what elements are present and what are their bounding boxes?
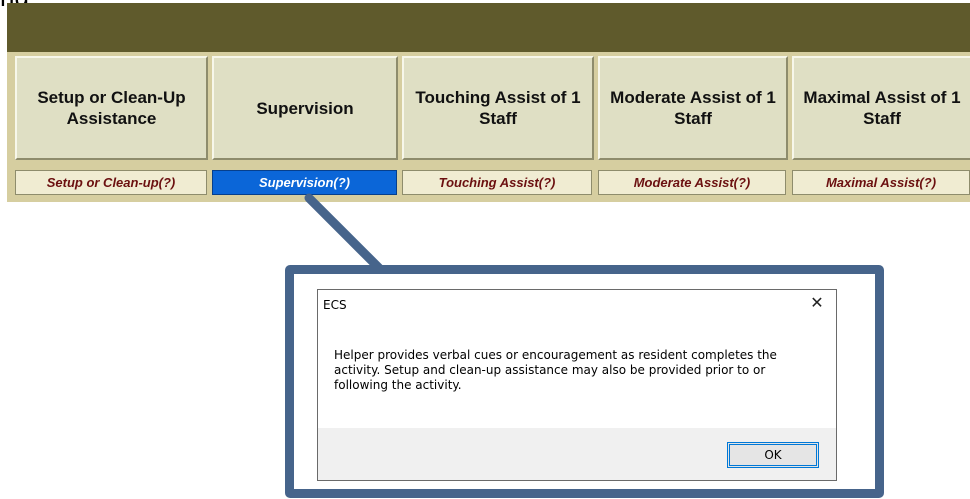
option-maximal-assist-button[interactable]: Maximal Assist of 1 Staff (792, 56, 970, 160)
help-setup-cleanup-link[interactable]: Setup or Clean-up(?) (15, 170, 207, 195)
option-touching-assist-button[interactable]: Touching Assist of 1 Staff (402, 56, 594, 160)
ok-button[interactable]: OK (727, 442, 819, 468)
header-bar (7, 3, 970, 52)
help-moderate-assist-link[interactable]: Moderate Assist(?) (598, 170, 786, 195)
dialog-message: Helper provides verbal cues or encourage… (334, 348, 777, 392)
help-touching-assist-link[interactable]: Touching Assist(?) (402, 170, 592, 195)
screenshot-stage: ng Setup or Clean-Up Assistance Supervis… (0, 0, 970, 499)
help-supervision-link[interactable]: Supervision(?) (212, 170, 397, 195)
option-moderate-assist-button[interactable]: Moderate Assist of 1 Staff (598, 56, 788, 160)
dialog-title: ECS (323, 298, 347, 312)
option-setup-cleanup-button[interactable]: Setup or Clean-Up Assistance (15, 56, 208, 160)
option-supervision-button[interactable]: Supervision (212, 56, 398, 160)
dialog-footer: OK (318, 428, 836, 480)
message-dialog: ECS ✕ Helper provides verbal cues or enc… (317, 289, 837, 481)
close-icon[interactable]: ✕ (808, 294, 826, 312)
help-maximal-assist-link[interactable]: Maximal Assist(?) (792, 170, 970, 195)
